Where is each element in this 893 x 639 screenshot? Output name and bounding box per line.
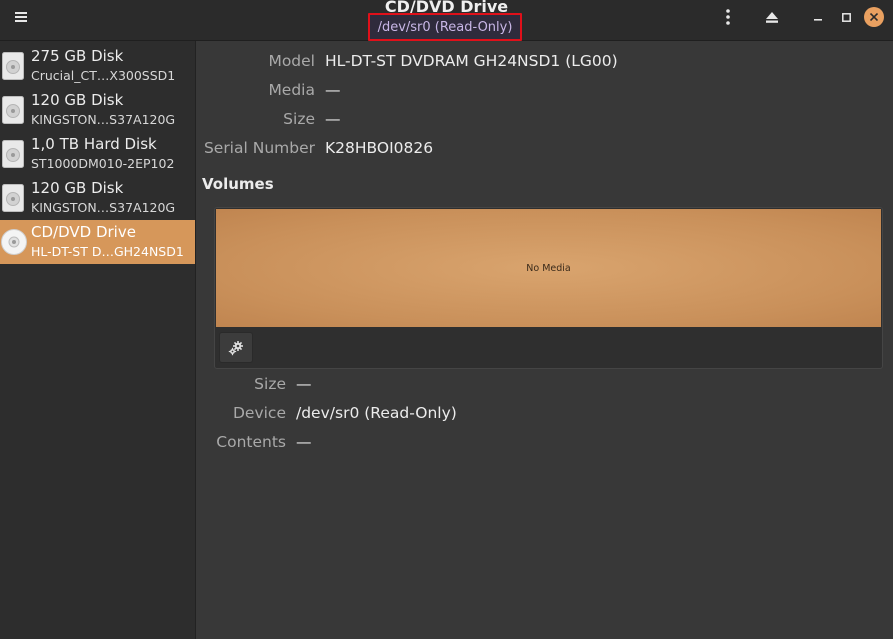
gears-icon <box>228 340 243 355</box>
disk-icon <box>2 140 24 168</box>
drive-options-button[interactable] <box>713 0 743 34</box>
eject-icon <box>766 11 778 23</box>
close-button[interactable] <box>859 0 889 34</box>
minimize-button[interactable] <box>803 0 833 34</box>
disk-icon <box>2 52 24 80</box>
disk-list-item[interactable]: 120 GB Disk KINGSTON…S37A120G <box>0 176 195 220</box>
disk-model: HL-DT-ST D…GH24NSD1 <box>31 244 184 259</box>
optical-disc-icon <box>1 229 27 255</box>
contents-value: — <box>296 433 312 451</box>
volumes-heading: Volumes <box>202 175 274 193</box>
volumes-frame: No Media <box>214 207 883 369</box>
window-subtitle-text: /dev/sr0 (Read-Only) <box>377 19 513 35</box>
volume-bar[interactable]: No Media <box>216 209 881 327</box>
maximize-icon <box>841 12 851 22</box>
volume-settings-button[interactable] <box>219 332 253 363</box>
contents-label: Contents <box>216 433 286 451</box>
disk-name: 120 GB Disk <box>31 91 124 109</box>
disk-icon <box>2 184 24 212</box>
header-bar: CD/DVD Drive /dev/sr0 (Read-Only) <box>0 0 893 41</box>
disk-name: 120 GB Disk <box>31 179 124 197</box>
disk-list-item[interactable]: 120 GB Disk KINGSTON…S37A120G <box>0 88 195 132</box>
disk-icon <box>2 96 24 124</box>
disk-name: 1,0 TB Hard Disk <box>31 135 157 153</box>
disk-list-item-selected[interactable]: CD/DVD Drive HL-DT-ST D…GH24NSD1 <box>0 220 195 264</box>
serial-number-value: K28HBOI0826 <box>325 139 434 157</box>
disk-name: 275 GB Disk <box>31 47 124 65</box>
device-value: /dev/sr0 (Read-Only) <box>296 404 457 422</box>
disk-model: Crucial_CT…X300SSD1 <box>31 68 176 83</box>
maximize-button[interactable] <box>831 0 861 34</box>
serial-number-label: Serial Number <box>203 139 315 157</box>
window-subtitle: /dev/sr0 (Read-Only) <box>368 13 522 41</box>
disk-model: KINGSTON…S37A120G <box>31 112 176 127</box>
eject-button[interactable] <box>757 0 787 34</box>
device-label: Device <box>232 404 286 422</box>
close-button-circle <box>864 7 884 27</box>
drive-details-panel: Model HL-DT-ST DVDRAM GH24NSD1 (LG00) Me… <box>196 41 893 639</box>
disk-model: ST1000DM010-2EP102 <box>31 156 175 171</box>
media-value: — <box>325 81 341 99</box>
media-label: Media <box>268 81 315 99</box>
minimize-icon <box>814 19 822 21</box>
disk-list-sidebar: 275 GB Disk Crucial_CT…X300SSD1 120 GB D… <box>0 41 196 639</box>
model-label: Model <box>268 52 315 70</box>
disk-list-item[interactable]: 275 GB Disk Crucial_CT…X300SSD1 <box>0 44 195 88</box>
disk-list-item[interactable]: 1,0 TB Hard Disk ST1000DM010-2EP102 <box>0 132 195 176</box>
disk-model: KINGSTON…S37A120G <box>31 200 176 215</box>
volume-size-label: Size <box>254 375 286 393</box>
vertical-dots-icon <box>726 9 730 25</box>
volume-bar-label: No Media <box>526 262 571 274</box>
size-label: Size <box>283 110 315 128</box>
disk-name: CD/DVD Drive <box>31 223 136 241</box>
size-value: — <box>325 110 341 128</box>
model-value: HL-DT-ST DVDRAM GH24NSD1 (LG00) <box>325 52 618 70</box>
volume-size-value: — <box>296 375 312 393</box>
close-icon <box>870 13 878 21</box>
